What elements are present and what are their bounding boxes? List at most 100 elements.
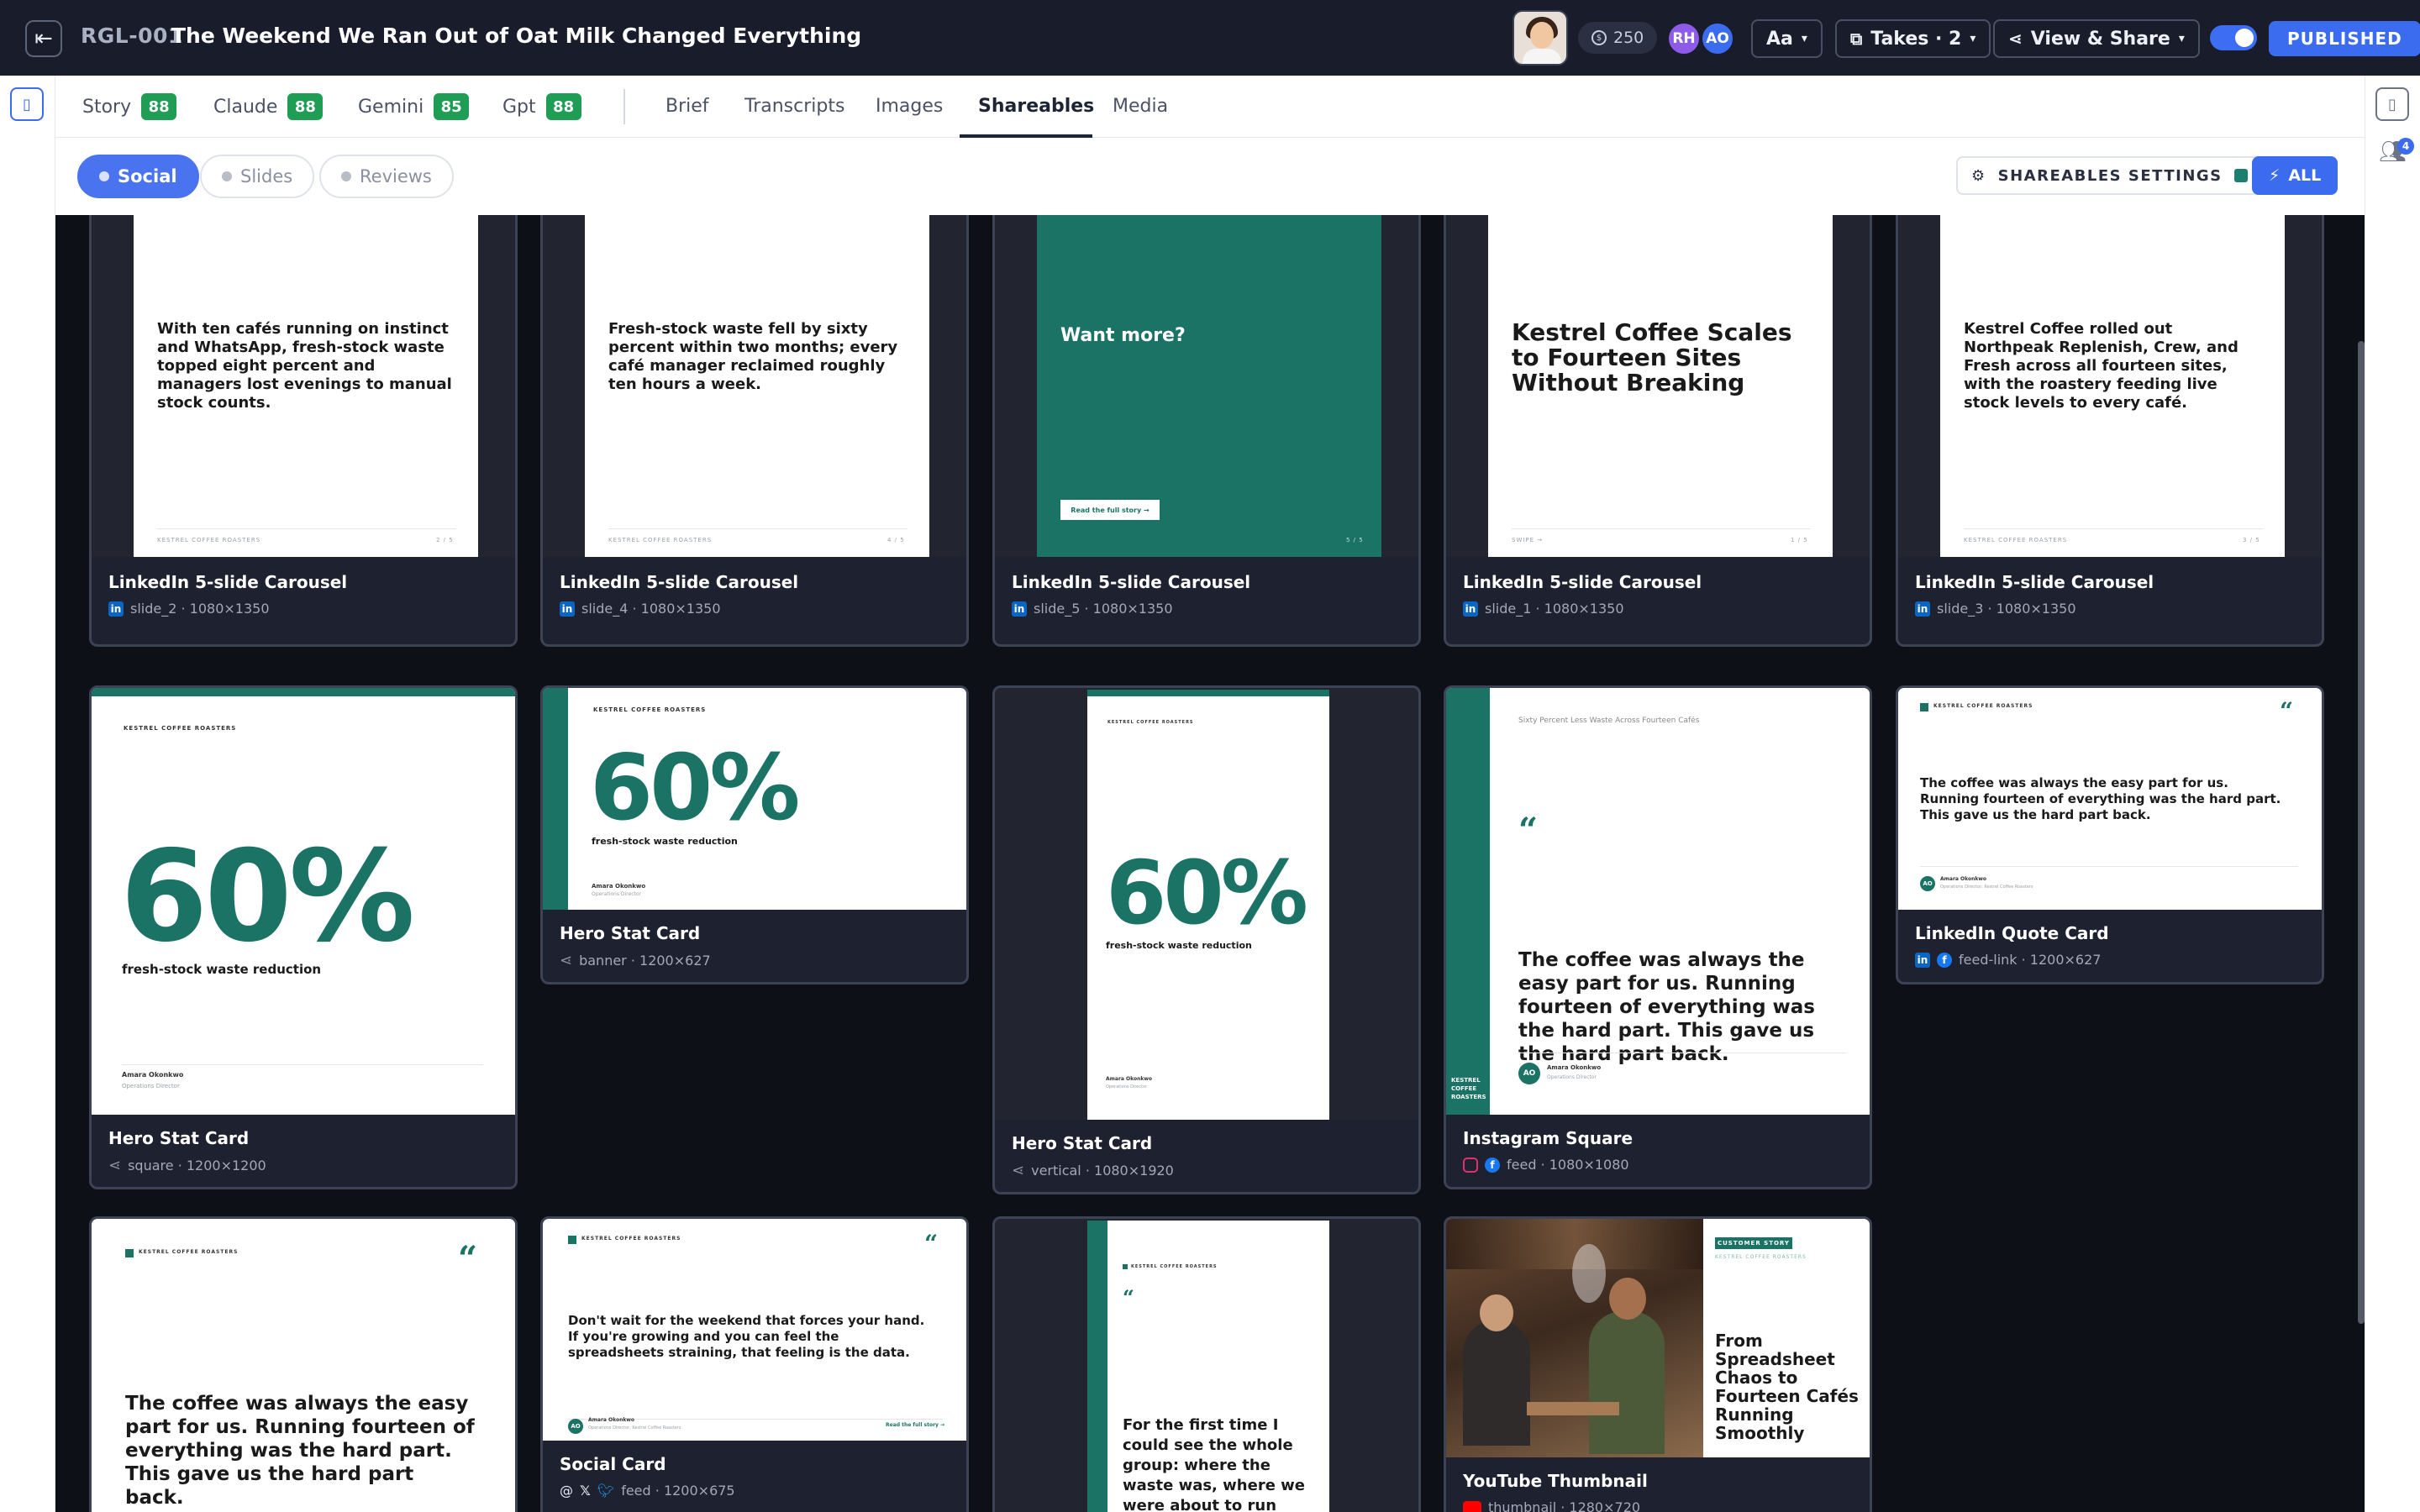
card-title: LinkedIn 5-slide Carousel	[1915, 572, 2154, 592]
card-quote-vertical[interactable]: KESTREL COFFEE ROASTERS “ For the first …	[992, 1216, 1421, 1512]
tab-claude[interactable]: Claude 88	[213, 91, 324, 123]
customer-story-badge: CUSTOMER STORY	[1715, 1237, 1792, 1249]
quote-icon: “	[1123, 1285, 1134, 1310]
card-title: Social Card	[560, 1454, 666, 1474]
linkedin-icon: in	[1915, 601, 1930, 617]
share-icon: ⋖	[560, 952, 573, 969]
takes-menu-button[interactable]: ⧉ Takes · 2 ▾	[1835, 19, 1991, 58]
card-hero-stat-square[interactable]: KESTREL COFFEE ROASTERS 60% fresh-stock …	[89, 685, 518, 1189]
card-social[interactable]: KESTREL COFFEE ROASTERS “ Don't wait for…	[540, 1216, 969, 1512]
card-title: LinkedIn 5-slide Carousel	[108, 572, 348, 592]
user-avatar-ao[interactable]: AO	[1701, 22, 1734, 55]
read-story-link: Read the full story →	[1060, 500, 1160, 520]
quote-preview: KESTREL COFFEE ROASTERS “ The coffee was…	[1898, 688, 2322, 910]
tab-transcripts[interactable]: Transcripts	[744, 96, 844, 117]
content-scrollbar[interactable]	[2358, 341, 2365, 1324]
person-role: Operations Director, Kestrel Coffee Roas…	[1940, 885, 2033, 890]
sidebar-toggle-icon[interactable]: ▯	[10, 87, 44, 121]
tab-story[interactable]: Story 88	[82, 91, 177, 123]
person-role: Operations Director	[1547, 1074, 1597, 1080]
card-carousel-slide-3[interactable]: Kestrel Coffee rolled out Northpeak Repl…	[1896, 215, 2324, 647]
chevron-down-icon: ▾	[1801, 32, 1807, 45]
filter-slides[interactable]: Slides	[200, 155, 315, 198]
card-quote-square[interactable]: KESTREL COFFEE ROASTERS “ The coffee was…	[89, 1216, 518, 1512]
tabs-row: Story 88 Claude 88 Gemini 85 Gpt 88 Brie…	[55, 76, 2365, 138]
card-meta: square · 1200×1200	[128, 1158, 266, 1173]
person-initials: AO	[1518, 1063, 1540, 1084]
filter-label: Slides	[240, 166, 293, 186]
card-meta: vertical · 1080×1920	[1031, 1163, 1174, 1179]
card-carousel-slide-1[interactable]: Kestrel Coffee Scales to Fourteen Sites …	[1444, 215, 1872, 647]
threads-icon: @	[560, 1483, 573, 1499]
slide-preview: Want more? Read the full story → 5 / 5	[1037, 215, 1381, 557]
font-menu-button[interactable]: Aa ▾	[1751, 19, 1823, 58]
card-brand: KESTREL COFFEE ROASTERS	[581, 1236, 681, 1242]
slide-text: Fresh-stock waste fell by sixty percent …	[608, 320, 898, 393]
slide-preview: Kestrel Coffee rolled out Northpeak Repl…	[1940, 215, 2285, 557]
card-title: LinkedIn 5-slide Carousel	[560, 572, 799, 592]
slide-brand: KESTREL COFFEE ROASTERS	[1964, 537, 2068, 543]
tab-gemini[interactable]: Gemini 85	[358, 91, 470, 123]
shareables-grid: With ten cafés running on instinct and W…	[55, 215, 2365, 1512]
social-preview: KESTREL COFFEE ROASTERS “ Don't wait for…	[543, 1219, 966, 1441]
tab-media[interactable]: Media	[1113, 96, 1168, 117]
card-title: Instagram Square	[1463, 1128, 1634, 1148]
card-brand: KESTREL COFFEE ROASTERS	[1715, 1254, 1807, 1260]
swipe-hint: Swipe →	[1512, 537, 1544, 543]
stat-preview: KESTREL COFFEE ROASTERS 60% fresh-stock …	[92, 688, 515, 1115]
view-share-button[interactable]: ⋖ View & Share ▾	[1993, 19, 2200, 58]
score-badge: 88	[141, 93, 177, 120]
filter-reviews[interactable]: Reviews	[319, 155, 454, 198]
top-bar: ⇤ RGL-001 The Weekend We Ran Out of Oat …	[0, 0, 2420, 76]
card-youtube-thumbnail[interactable]: CUSTOMER STORY KESTREL COFFEE ROASTERS F…	[1444, 1216, 1872, 1512]
slide-text: Want more?	[1060, 325, 1186, 346]
card-carousel-slide-4[interactable]: Fresh-stock waste fell by sixty percent …	[540, 215, 969, 647]
linkedin-icon: in	[108, 601, 124, 617]
filter-social[interactable]: Social	[77, 155, 199, 198]
card-carousel-slide-5[interactable]: Want more? Read the full story → 5 / 5 L…	[992, 215, 1421, 647]
card-carousel-slide-2[interactable]: With ten cafés running on instinct and W…	[89, 215, 518, 647]
x-icon: 𝕏	[580, 1483, 591, 1499]
person-name: Amara Okonkwo	[1940, 876, 1987, 882]
chevron-down-icon: ▾	[1970, 32, 1976, 45]
author-avatar[interactable]	[1512, 10, 1568, 66]
shareables-settings-button[interactable]: ⚙ SHAREABLES SETTINGS	[1956, 156, 2263, 195]
linkedin-icon: in	[560, 601, 575, 617]
card-meta: banner · 1200×627	[579, 953, 711, 969]
card-brand: KESTREL COFFEE ROASTERS	[1933, 703, 2033, 709]
dot-icon	[99, 171, 109, 181]
user-avatar-rh[interactable]: RH	[1667, 22, 1701, 55]
stat-label: fresh-stock waste reduction	[122, 962, 322, 977]
stat-preview: KESTREL COFFEE ROASTERS 60% fresh-stock …	[543, 688, 966, 910]
person-name: Amara Okonkwo	[588, 1417, 635, 1423]
panel-toggle-icon[interactable]: ▯	[2375, 87, 2409, 121]
person-role: Operations Director	[592, 891, 641, 897]
published-button[interactable]: PUBLISHED	[2269, 21, 2420, 56]
card-title: YouTube Thumbnail	[1463, 1471, 1648, 1491]
card-meta: slide_2 · 1080×1350	[130, 601, 270, 617]
card-hero-stat-vertical[interactable]: KESTREL COFFEE ROASTERS 60% fresh-stock …	[992, 685, 1421, 1194]
tab-images[interactable]: Images	[876, 96, 943, 117]
tab-gpt[interactable]: Gpt 88	[502, 91, 581, 123]
thumbnail-preview: CUSTOMER STORY KESTREL COFFEE ROASTERS F…	[1446, 1219, 1870, 1457]
generate-all-button[interactable]: ⚡︎ ALL	[2252, 156, 2338, 195]
card-instagram-square[interactable]: KESTREL COFFEE ROASTERS Sixty Percent Le…	[1444, 685, 1872, 1189]
card-hero-stat-banner[interactable]: KESTREL COFFEE ROASTERS 60% fresh-stock …	[540, 685, 969, 984]
back-button[interactable]: ⇤	[25, 20, 62, 57]
quote-preview: KESTREL COFFEE ROASTERS Sixty Percent Le…	[1446, 688, 1870, 1115]
slide-preview: Kestrel Coffee Scales to Fourteen Sites …	[1488, 215, 1833, 557]
chevron-down-icon: ▾	[2178, 32, 2185, 45]
social-text: Don't wait for the weekend that forces y…	[568, 1313, 925, 1360]
tab-brief[interactable]: Brief	[666, 96, 709, 117]
stat-label: fresh-stock waste reduction	[592, 836, 738, 847]
lightning-icon: ⚡︎	[2269, 166, 2281, 185]
quote-icon: “	[924, 1230, 939, 1257]
publish-toggle[interactable]	[2210, 25, 2257, 50]
person-initials: AO	[568, 1419, 583, 1434]
slide-text: With ten cafés running on instinct and W…	[157, 320, 452, 412]
share-icon: ⋖	[2008, 29, 2023, 49]
tab-shareables[interactable]: Shareables	[978, 96, 1094, 117]
person-name: Amara Okonkwo	[122, 1071, 184, 1079]
card-linkedin-quote[interactable]: KESTREL COFFEE ROASTERS “ The coffee was…	[1896, 685, 2324, 984]
left-rail: ▯	[0, 76, 55, 1512]
